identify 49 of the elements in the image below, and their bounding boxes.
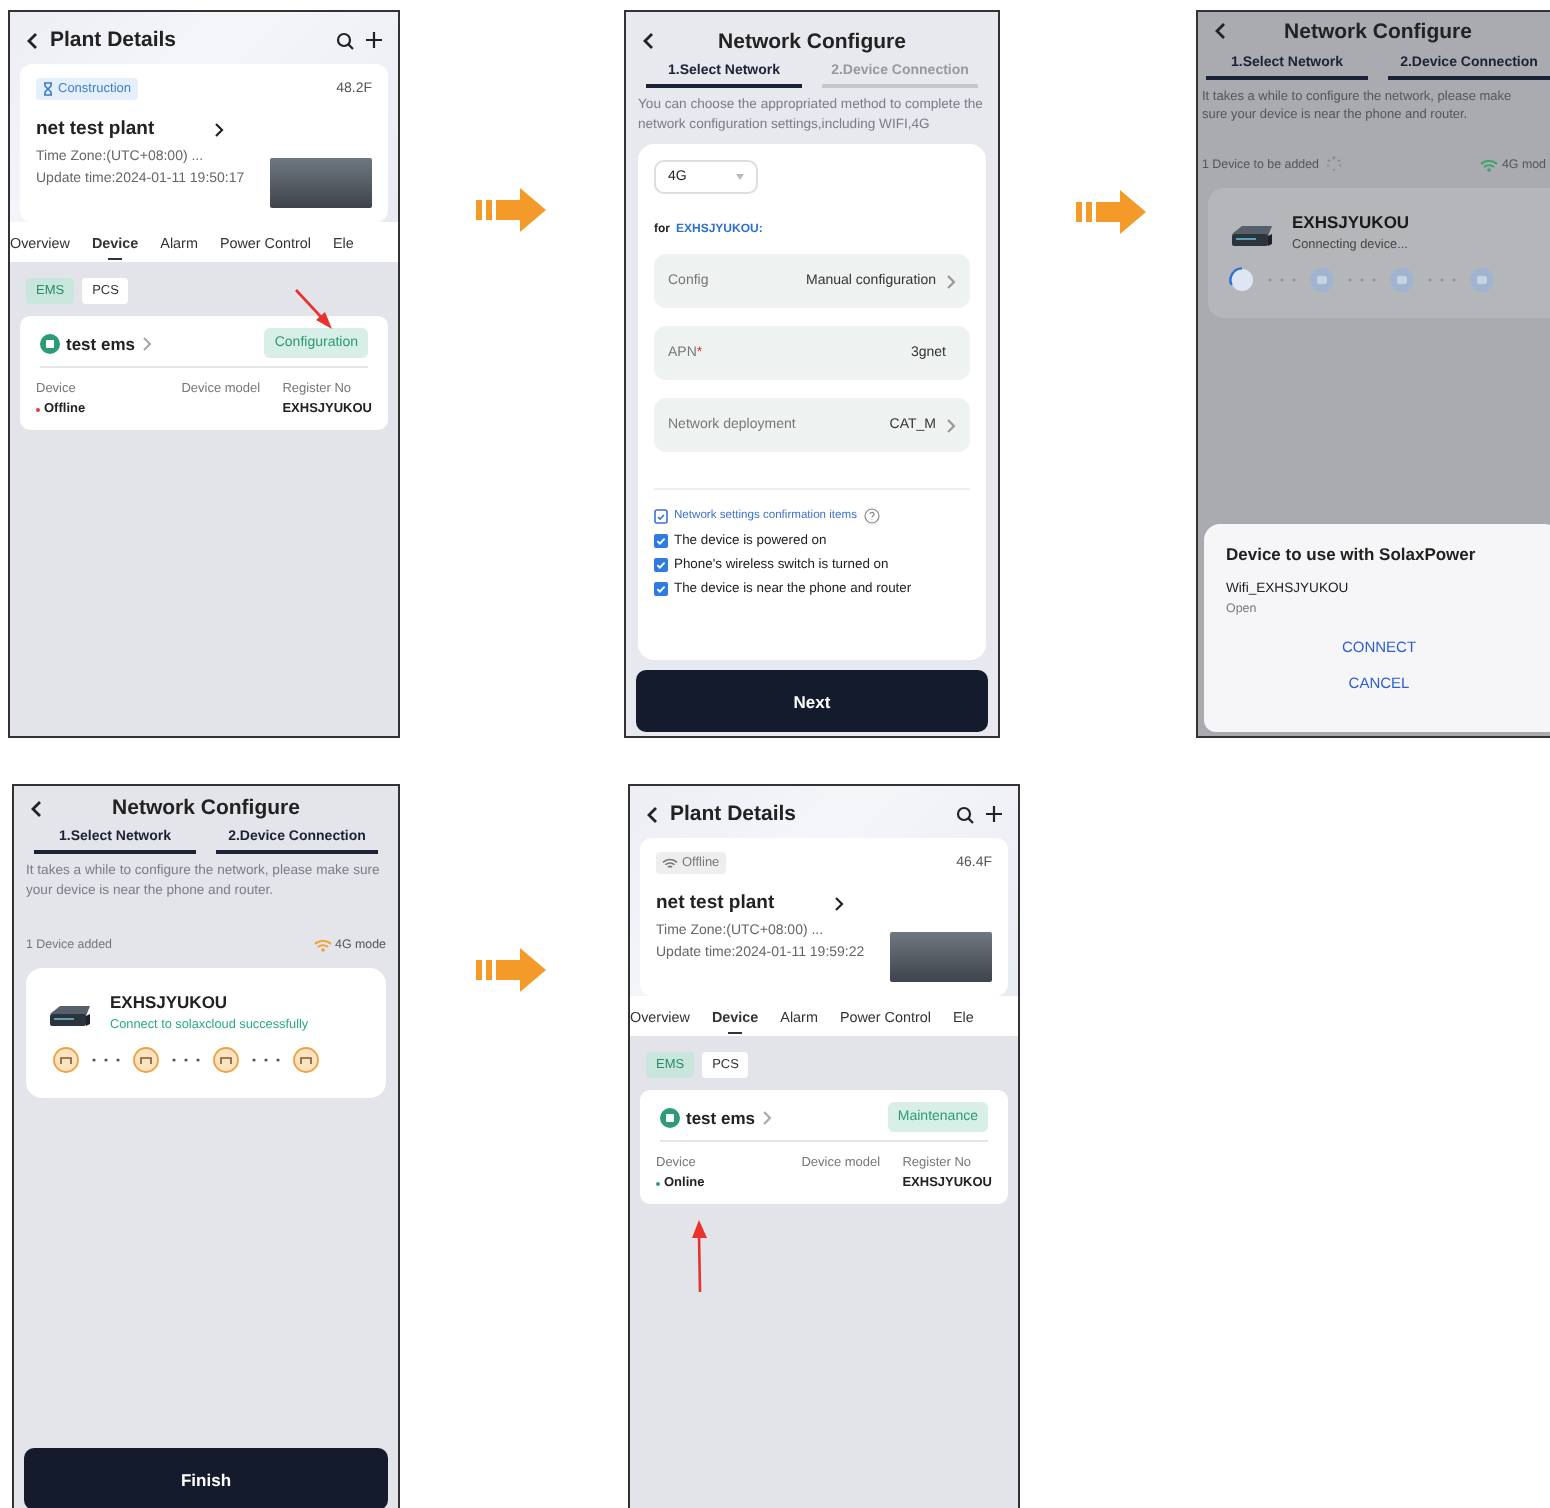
chevron-right-icon <box>141 335 151 351</box>
finish-button[interactable]: Finish <box>24 1448 388 1508</box>
device-icon <box>660 1107 680 1127</box>
chevron-right-icon <box>834 895 845 911</box>
signal-icon <box>1479 157 1498 172</box>
screen-title: Network Configure <box>110 796 302 820</box>
flow-arrow-icon <box>1076 190 1146 234</box>
dotted-connector <box>250 1058 282 1063</box>
plus-icon[interactable] <box>366 32 382 48</box>
device-icon <box>40 333 60 353</box>
screen-title: Plant Details <box>50 28 177 52</box>
chevron-right-icon <box>214 121 225 137</box>
photo-placeholder <box>269 158 372 208</box>
plant-name: net test plant <box>36 118 155 140</box>
flow-arrow-icon <box>476 188 546 232</box>
back-icon[interactable] <box>30 799 42 817</box>
next-button[interactable]: Next <box>636 670 988 732</box>
caret-icon <box>736 174 744 181</box>
dialog-title: Device to use with SolaxPower <box>1226 544 1478 564</box>
back-icon[interactable] <box>26 31 38 49</box>
pointer-arrow <box>690 1218 710 1294</box>
device-name: test ems <box>66 333 135 353</box>
device-name: EXHSJYUKOU <box>110 992 230 1013</box>
dotted-connector <box>170 1058 202 1063</box>
checkbox[interactable] <box>654 582 668 597</box>
chevron-right-icon <box>761 1109 771 1125</box>
dotted-connector <box>90 1058 122 1063</box>
back-icon[interactable] <box>1214 22 1226 40</box>
screen-title: Network Configure <box>716 29 908 53</box>
device-name: EXHSJYUKOU <box>1292 212 1410 233</box>
pointer-arrow <box>294 288 334 330</box>
plus-icon[interactable] <box>986 806 1002 822</box>
search-icon[interactable] <box>336 31 354 49</box>
help-icon[interactable] <box>863 508 879 525</box>
photo-placeholder <box>889 932 992 982</box>
hourglass-icon <box>42 82 54 96</box>
signal-icon <box>313 938 332 953</box>
checkbox[interactable] <box>654 534 668 549</box>
wifi-icon <box>662 857 678 869</box>
clipboard-icon <box>654 508 668 525</box>
screen-title: Plant Details <box>670 802 797 826</box>
plant-name: net test plant <box>656 892 775 914</box>
flow-arrow-icon <box>476 948 546 992</box>
checkbox[interactable] <box>654 558 668 573</box>
back-icon[interactable] <box>646 805 658 823</box>
back-icon[interactable] <box>642 32 654 50</box>
screen-title: Network Configure <box>1282 19 1474 43</box>
search-icon[interactable] <box>956 805 974 823</box>
device-name: test ems <box>686 1107 755 1127</box>
